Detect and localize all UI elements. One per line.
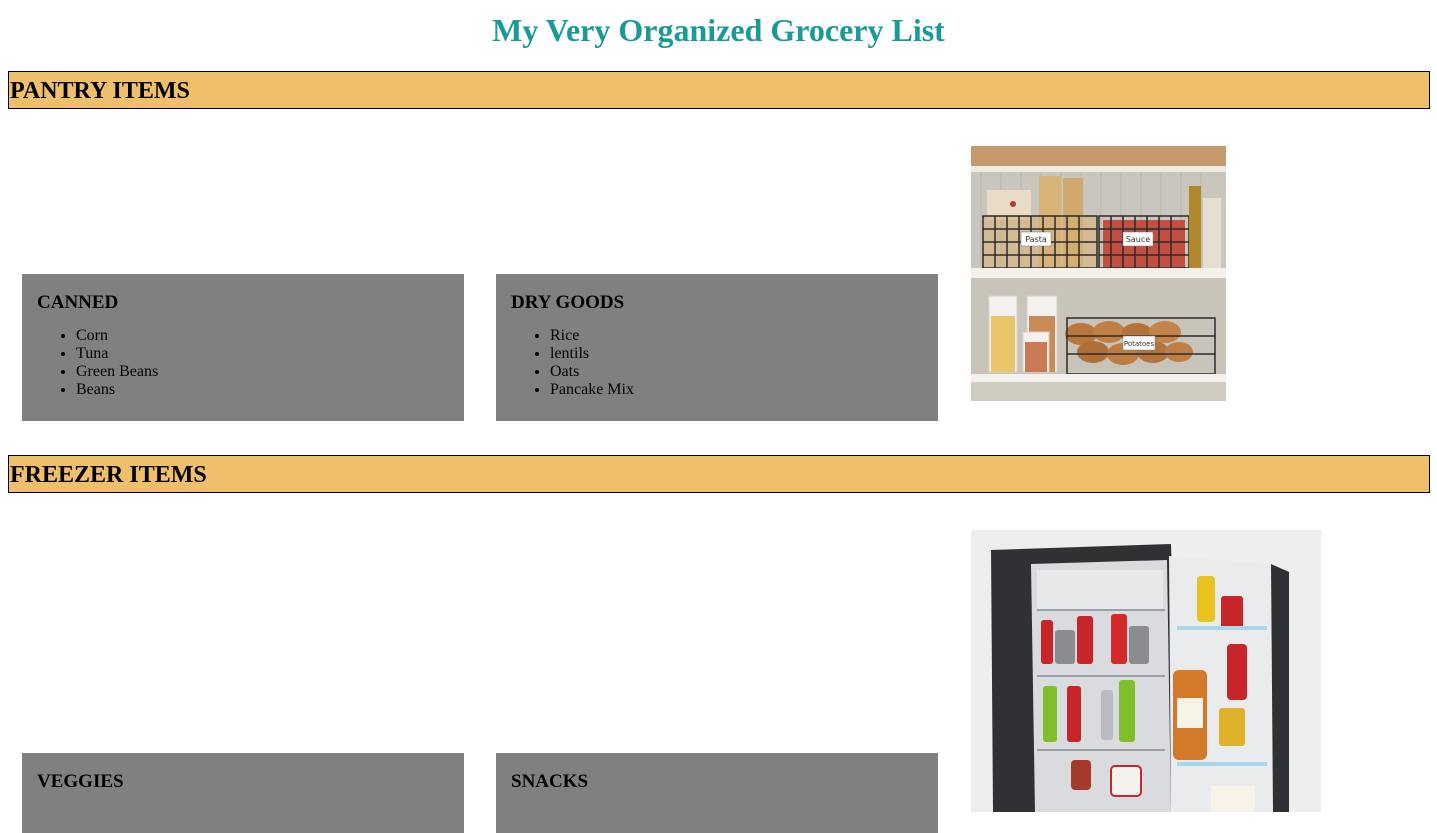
pasta-label: Pasta	[1025, 235, 1047, 244]
card-snacks: SNACKS	[496, 753, 938, 833]
list-item: Corn	[76, 327, 449, 345]
pantry-photo: Pasta Sauce Potatoes	[971, 146, 1226, 401]
card-dry-goods: DRY GOODS Rice lentils Oats Pancake Mix	[496, 274, 938, 421]
list-item: Oats	[550, 363, 923, 381]
list-item: Pancake Mix	[550, 381, 923, 399]
card-title: VEGGIES	[37, 771, 124, 792]
page-title: My Very Organized Grocery List	[492, 12, 945, 48]
mini-fridge-image	[971, 530, 1321, 812]
card-title: CANNED	[37, 292, 119, 313]
list-item: Beans	[76, 381, 449, 399]
item-list: Corn Tuna Green Beans Beans	[37, 327, 449, 399]
freezer-photo	[971, 530, 1321, 812]
list-item: Rice	[550, 327, 923, 345]
card-title: SNACKS	[511, 771, 589, 792]
item-list: Rice lentils Oats Pancake Mix	[511, 327, 923, 399]
pantry-shelves-image: Pasta Sauce Potatoes	[971, 146, 1226, 401]
sauce-label: Sauce	[1126, 235, 1150, 244]
list-item: lentils	[550, 345, 923, 363]
section-header-pantry: PANTRY ITEMS	[8, 71, 1430, 109]
card-canned: CANNED Corn Tuna Green Beans Beans	[22, 274, 464, 421]
section-header-freezer: FREEZER ITEMS	[8, 455, 1430, 493]
list-item: Tuna	[76, 345, 449, 363]
potatoes-label: Potatoes	[1124, 340, 1155, 348]
card-title: DRY GOODS	[511, 292, 625, 313]
card-veggies: VEGGIES	[22, 753, 464, 833]
list-item: Green Beans	[76, 363, 449, 381]
